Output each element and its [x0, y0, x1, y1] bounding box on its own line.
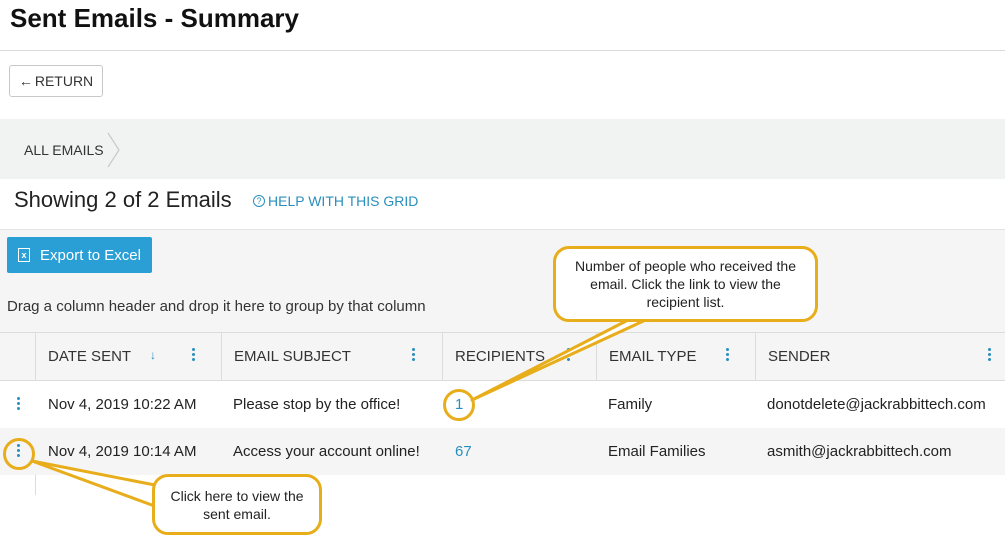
page-title: Sent Emails - Summary [10, 3, 299, 33]
showing-count: Showing 2 of 2 Emails [14, 187, 232, 212]
export-to-excel-button[interactable]: x Export to Excel [7, 237, 152, 273]
column-menu-icon[interactable] [567, 348, 571, 363]
return-button[interactable]: ← RETURN [9, 65, 103, 97]
column-header-label: EMAIL SUBJECT [234, 348, 351, 365]
column-menu-icon[interactable] [192, 348, 196, 363]
column-header-label: EMAIL TYPE [609, 348, 697, 365]
column-menu-icon[interactable] [726, 348, 730, 363]
breadcrumb-chevron-icon [107, 132, 120, 168]
breadcrumb [0, 119, 1005, 179]
table-row[interactable]: Nov 4, 2019 10:22 AM Please stop by the … [0, 381, 1005, 428]
row-menu-highlight-circle [3, 438, 35, 470]
column-header-label: SENDER [768, 348, 831, 365]
column-header-date-sent[interactable]: DATE SENT ↓ [35, 332, 221, 381]
column-menu-icon[interactable] [412, 348, 416, 363]
breadcrumb-all-emails[interactable]: ALL EMAILS [24, 142, 104, 158]
title-divider [0, 50, 1005, 51]
recipients-callout: Number of people who received the email.… [553, 246, 818, 322]
column-menu-icon[interactable] [988, 348, 992, 363]
table-row[interactable]: Nov 4, 2019 10:14 AM Access your account… [0, 428, 1005, 475]
cell-date-sent: Nov 4, 2019 10:22 AM [48, 396, 197, 413]
cell-email-type: Email Families [608, 443, 706, 460]
help-link[interactable]: ? HELP WITH THIS GRID [253, 193, 418, 209]
export-label: Export to Excel [40, 246, 141, 264]
group-hint: Drag a column header and drop it here to… [7, 298, 426, 315]
cell-recipients-link[interactable]: 67 [455, 428, 472, 475]
row-menu-icon[interactable] [17, 397, 20, 412]
excel-icon: x [18, 248, 31, 262]
cell-date-sent: Nov 4, 2019 10:14 AM [48, 443, 197, 460]
cell-email-subject: Access your account online! [233, 443, 420, 460]
column-header-email-type[interactable]: EMAIL TYPE [596, 332, 755, 381]
cell-sender: donotdelete@jackrabbittech.com [767, 396, 986, 413]
row-menu-callout: Click here to view the sent email. [152, 474, 322, 535]
cell-email-subject: Please stop by the office! [233, 396, 401, 413]
column-header-sender[interactable]: SENDER [755, 332, 1005, 381]
cell-sender: asmith@jackrabbittech.com [767, 443, 952, 460]
sort-down-icon[interactable]: ↓ [150, 348, 156, 362]
column-header-email-subject[interactable]: EMAIL SUBJECT [221, 332, 442, 381]
cell-email-type: Family [608, 396, 653, 413]
arrow-left-icon: ← [18, 73, 33, 89]
grid-left-border [35, 475, 36, 495]
column-header-recipients[interactable]: RECIPIENTS [442, 332, 596, 381]
recipients-highlight-circle [443, 389, 475, 421]
help-label: HELP WITH THIS GRID [268, 193, 419, 209]
column-header-label: RECIPIENTS [455, 348, 546, 365]
return-label: RETURN [34, 73, 94, 89]
column-header-label: DATE SENT [48, 348, 132, 365]
help-icon: ? [253, 195, 265, 207]
